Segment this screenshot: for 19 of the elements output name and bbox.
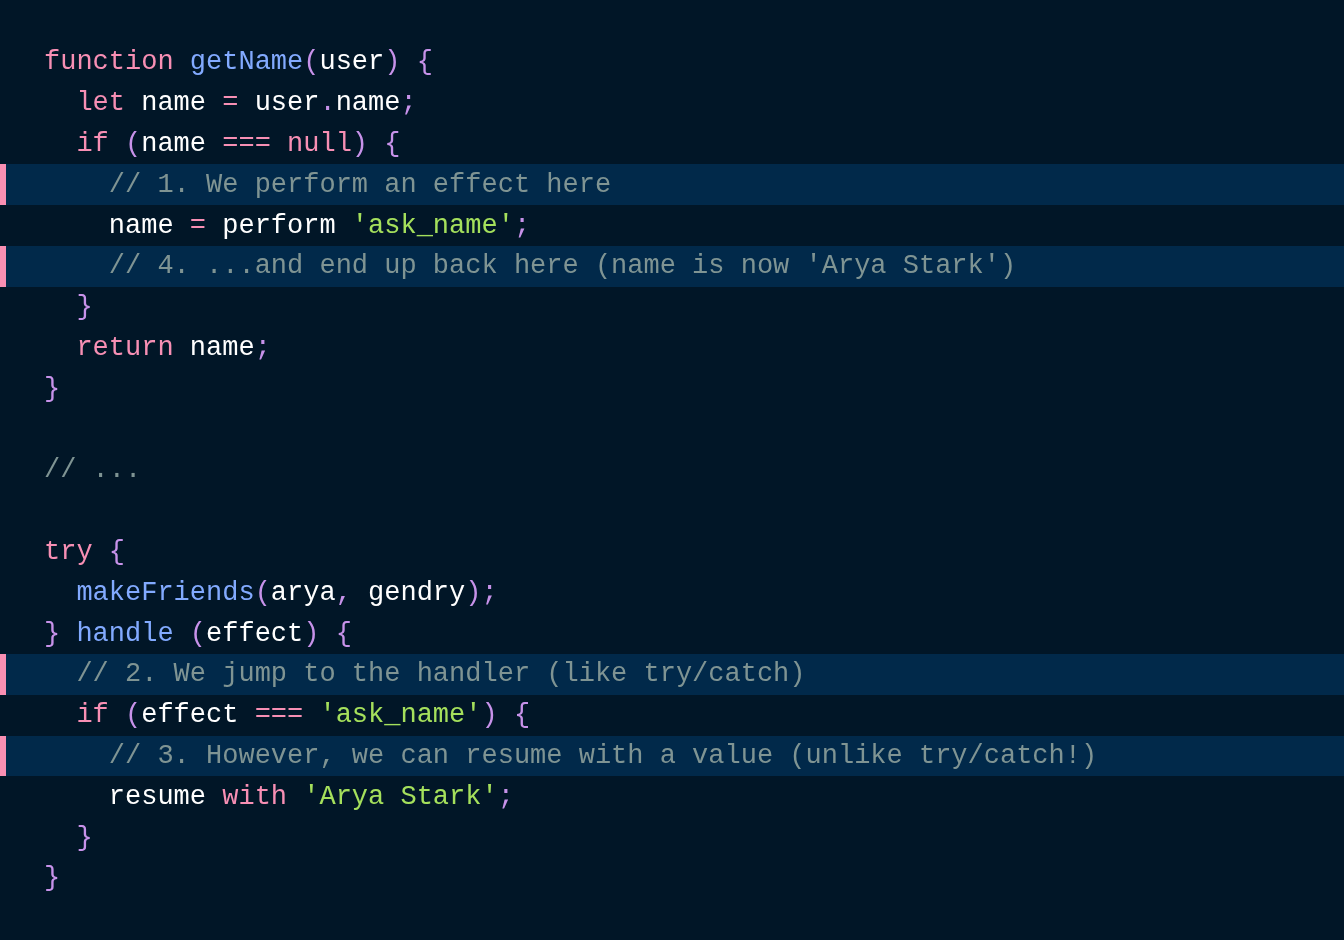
code-line: function getName(user) { (44, 46, 433, 80)
code-line: return name; (75, 331, 271, 365)
code-line: if (effect === 'ask_name') { (75, 699, 531, 733)
code-comment: // ... (44, 454, 142, 488)
code-line: name = perform 'ask_name'; (107, 209, 531, 243)
code-line: resume with 'Arya Stark'; (107, 780, 514, 814)
code-line: } (44, 372, 61, 406)
code-line: if (name === null) { (75, 128, 401, 161)
code-line: } (75, 821, 93, 855)
code-comment: // 4. ...and end up back here (name is now 'Arya Stark') (107, 250, 1017, 284)
code-comment: // 1. We perform an effect here (107, 168, 612, 202)
code-line: } (75, 291, 93, 325)
code-line: } handle (effect) { (44, 617, 352, 651)
code-comment: // 2. We jump to the handler (like try/catch) (75, 658, 806, 692)
code-comment: // 3. However, we can resume with a value (unlike try/catch!) (107, 739, 1098, 773)
code-line: try { (44, 535, 125, 569)
code-line: } (44, 862, 61, 896)
code-line: let name = user.name; (75, 87, 417, 121)
code-line: makeFriends(arya, gendry); (75, 576, 498, 610)
